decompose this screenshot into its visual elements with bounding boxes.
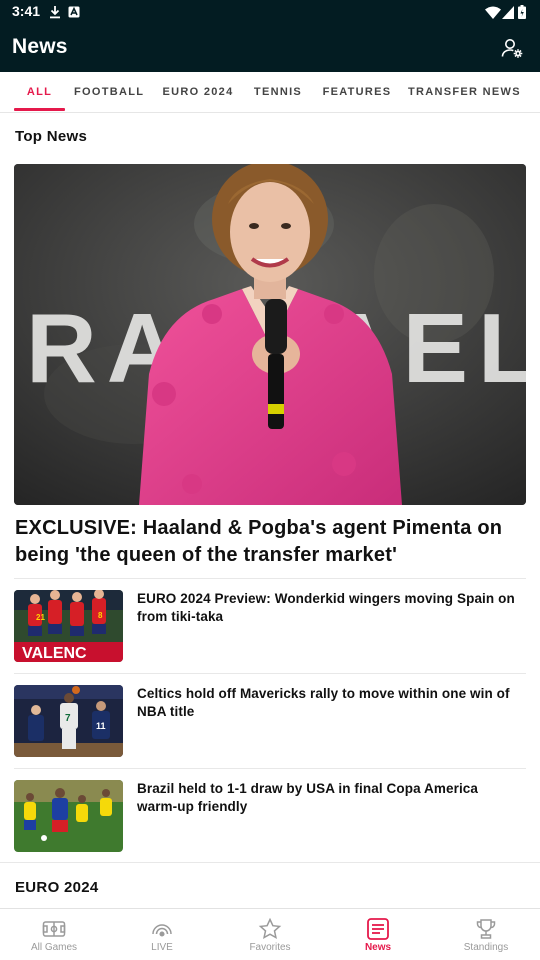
- article-title: Brazil held to 1-1 draw by USA in final …: [137, 781, 479, 814]
- download-icon: [49, 4, 61, 20]
- tab-features[interactable]: FEATURES: [322, 72, 392, 112]
- star-icon: [258, 917, 282, 941]
- svg-text:7: 7: [65, 713, 71, 724]
- status-time: 3:41: [12, 3, 41, 19]
- pitch-icon: [42, 917, 66, 941]
- nav-standings[interactable]: Standings: [432, 909, 540, 960]
- svg-text:8: 8: [98, 611, 103, 620]
- nav-label: LIVE: [151, 942, 173, 953]
- notification-icon: [68, 4, 80, 20]
- tab-football[interactable]: FOOTBALL: [74, 72, 144, 112]
- live-broadcast-icon: [150, 917, 174, 941]
- news-list-item[interactable]: Brazil held to 1-1 draw by USA in final …: [0, 768, 540, 854]
- bottom-navigation: All Games LIVE Favorites News Standings: [0, 908, 540, 960]
- svg-text:11: 11: [96, 721, 106, 731]
- nav-news[interactable]: News: [324, 909, 432, 960]
- trophy-icon: [474, 917, 498, 941]
- app-bar: News: [0, 24, 540, 72]
- nav-live[interactable]: LIVE: [108, 909, 216, 960]
- nav-label: All Games: [30, 942, 78, 953]
- tab-tennis[interactable]: TENNIS: [250, 72, 306, 112]
- page-title: News: [12, 35, 68, 58]
- signal-icon: [502, 4, 514, 20]
- nav-label: Standings: [463, 942, 509, 953]
- nav-label: News: [364, 942, 392, 953]
- article-title: EURO 2024 Preview: Wonderkid wingers mov…: [137, 591, 515, 624]
- article-thumbnail-celtics: 7 11: [14, 685, 123, 757]
- hero-headline[interactable]: EXCLUSIVE: Haaland & Pogba's agent Pimen…: [15, 515, 515, 569]
- news-icon: [366, 917, 390, 941]
- nav-label: Favorites: [249, 942, 291, 953]
- news-list-item[interactable]: VALENC 21 8 EURO 2024 Preview: Wonderkid…: [0, 578, 540, 664]
- status-bar: 3:41: [0, 0, 540, 24]
- section-divider: [0, 862, 540, 863]
- tab-transfer-news[interactable]: TRANSFER NEWS: [408, 72, 520, 112]
- nav-favorites[interactable]: Favorites: [216, 909, 324, 960]
- tab-euro-2024[interactable]: EURO 2024: [161, 72, 235, 112]
- article-thumbnail-brazil: [14, 780, 123, 852]
- news-list-item[interactable]: 7 11 Celtics hold off Mavericks rally to…: [0, 673, 540, 759]
- hero-image[interactable]: RAFFAELA: [14, 164, 526, 505]
- section-title-euro-2024: EURO 2024: [15, 879, 99, 896]
- section-title-top-news: Top News: [15, 128, 88, 145]
- category-tabs: ALL FOOTBALL EURO 2024 TENNIS FEATURES T…: [0, 72, 540, 113]
- tab-all[interactable]: ALL: [14, 72, 65, 112]
- active-tab-indicator: [14, 108, 65, 111]
- article-title: Celtics hold off Mavericks rally to move…: [137, 686, 510, 719]
- wifi-icon: [485, 4, 501, 20]
- svg-text:21: 21: [36, 613, 45, 622]
- article-thumbnail-spain: VALENC 21 8: [14, 590, 123, 662]
- battery-icon: [518, 4, 526, 20]
- nav-all-games[interactable]: All Games: [0, 909, 108, 960]
- account-settings-icon[interactable]: [500, 36, 524, 60]
- svg-text:VALENC: VALENC: [22, 645, 87, 662]
- hero-photo: RAFFAELA: [14, 164, 526, 505]
